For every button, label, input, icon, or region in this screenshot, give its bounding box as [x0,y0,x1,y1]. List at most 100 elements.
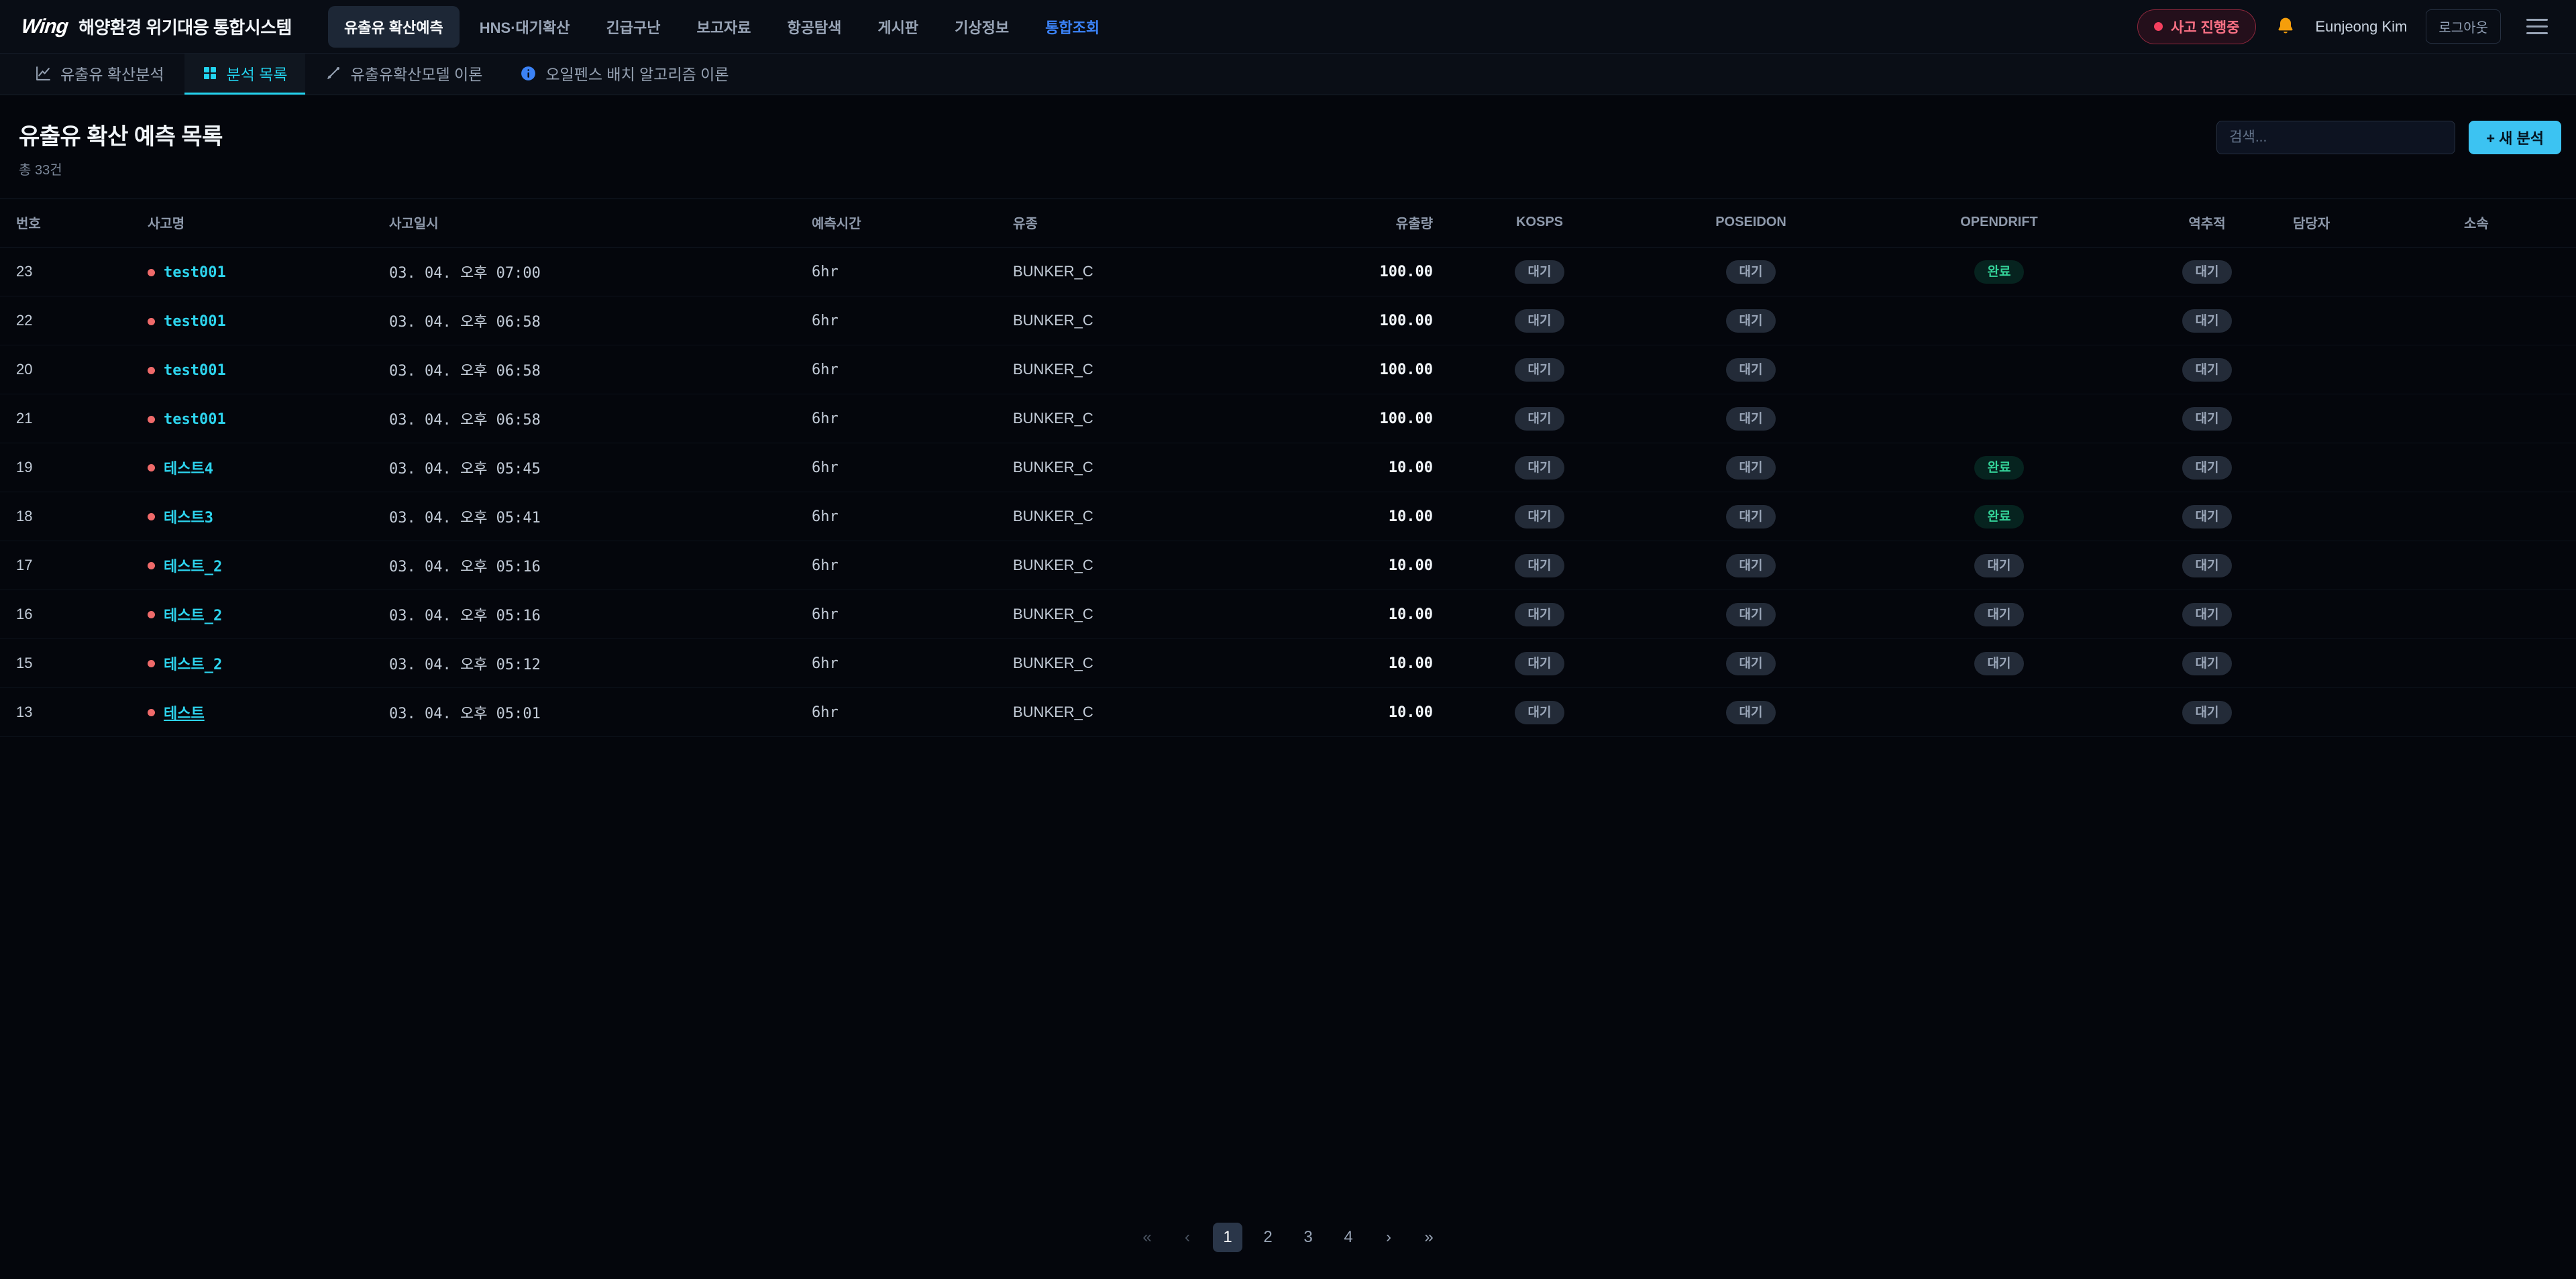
incident-name-link[interactable]: 테스트_2 [164,604,222,625]
status-badge-wait: 대기 [1515,701,1565,724]
forecast-duration: 6hr [798,296,1000,345]
pagination-page-3[interactable]: 3 [1293,1223,1323,1252]
incident-datetime: 03. 04. 오후 05:16 [376,541,798,590]
tab-spill-analysis[interactable]: 유출유 확산분석 [17,54,182,95]
backtrack-status: 대기 [2127,590,2288,639]
nav-item-weather[interactable]: 기상정보 [938,6,1025,48]
status-badge-wait: 대기 [1515,505,1565,529]
col-kosps: KOSPS [1449,199,1630,247]
incident-datetime: 03. 04. 오후 07:00 [376,247,798,296]
forecast-duration: 6hr [798,443,1000,492]
forecast-duration: 6hr [798,394,1000,443]
col-spill-amount: 유출량 [1328,199,1449,247]
oil-type: BUNKER_C [1000,492,1328,541]
table-row: 21 test001 03. 04. 오후 06:58 6hr BUNKER_C… [0,394,2576,443]
nav-item-aerial-search[interactable]: 항공탐색 [771,6,857,48]
backtrack-status: 대기 [2127,688,2288,737]
incident-name-link[interactable]: test001 [164,264,226,281]
kosps-status: 대기 [1449,492,1630,541]
pagination-first-button[interactable]: « [1132,1223,1162,1252]
pagination-page-4[interactable]: 4 [1334,1223,1363,1252]
hamburger-menu-icon[interactable] [2520,12,2555,41]
list-icon [202,65,218,81]
tab-diffusion-model-theory[interactable]: 유출유확산모델 이론 [308,54,500,95]
page-title-block: 유출유 확산 예측 목록 총 33건 [19,118,223,178]
manager-cell [2288,541,2459,590]
app-brand[interactable]: Wing 해양환경 위기대응 통합시스템 [21,14,292,39]
pagination-last-button[interactable]: » [1414,1223,1444,1252]
incident-name-link[interactable]: 테스트_2 [164,555,222,576]
status-badge-wait: 대기 [1726,652,1776,675]
kosps-status: 대기 [1449,443,1630,492]
incident-name-link[interactable]: 테스트4 [164,457,213,478]
incident-name-link[interactable]: test001 [164,411,226,428]
status-badge-wait: 대기 [2182,554,2233,577]
opendrift-status: 대기 [1872,590,2127,639]
oil-type: BUNKER_C [1000,345,1328,394]
status-badge-wait: 대기 [1726,407,1776,431]
poseidon-status: 대기 [1630,443,1872,492]
logout-button[interactable]: 로그아웃 [2426,9,2501,44]
incident-name-link[interactable]: 테스트3 [164,506,213,527]
incident-status-dot-icon [148,562,155,569]
nav-right-cluster: 사고 진행중 Eunjeong Kim 로그아웃 [2137,9,2555,44]
nav-item-reports[interactable]: 보고자료 [680,6,767,48]
new-analysis-button[interactable]: + 새 분석 [2469,121,2561,154]
table-row: 13 테스트 03. 04. 오후 05:01 6hr BUNKER_C 10.… [0,688,2576,737]
incident-name-link[interactable]: test001 [164,362,226,379]
poseidon-status: 대기 [1630,688,1872,737]
org-cell [2459,296,2576,345]
nav-item-oil-spill-prediction[interactable]: 유출유 확산예측 [328,6,460,48]
incident-status-dot-icon [148,464,155,471]
table-row: 20 test001 03. 04. 오후 06:58 6hr BUNKER_C… [0,345,2576,394]
col-incident-name: 사고명 [134,199,376,247]
main-nav: 유출유 확산예측 HNS·대기확산 긴급구난 보고자료 항공탐색 게시판 기상정… [328,6,1116,48]
tab-label: 유출유 확산분석 [60,62,164,85]
status-badge-wait: 대기 [1726,358,1776,382]
status-badge-wait: 대기 [1515,407,1565,431]
nav-item-integrated-search[interactable]: 통합조회 [1029,6,1116,48]
status-badge-wait: 대기 [2182,456,2233,480]
nav-item-emergency-rescue[interactable]: 긴급구난 [590,6,677,48]
app-title: 해양환경 위기대응 통합시스템 [78,14,292,39]
row-number: 19 [0,443,134,492]
status-badge-wait: 대기 [1515,309,1565,333]
row-number: 20 [0,345,134,394]
spill-amount: 100.00 [1328,345,1449,394]
status-badge-wait: 대기 [1974,554,2025,577]
incident-name-link[interactable]: 테스트_2 [164,653,222,674]
pagination-page-2[interactable]: 2 [1253,1223,1283,1252]
incident-in-progress-badge[interactable]: 사고 진행중 [2137,9,2256,44]
status-badge-wait: 대기 [2182,701,2233,724]
header-actions: + 새 분석 [2216,121,2561,154]
nav-item-hns-diffusion[interactable]: HNS·대기확산 [464,6,586,48]
notifications-button[interactable] [2275,16,2296,38]
table-row: 22 test001 03. 04. 오후 06:58 6hr BUNKER_C… [0,296,2576,345]
backtrack-status: 대기 [2127,394,2288,443]
pagination-prev-button[interactable]: ‹ [1173,1223,1202,1252]
incident-name-link[interactable]: 테스트 [164,702,205,723]
incident-name-link[interactable]: test001 [164,313,226,330]
prediction-table: 번호 사고명 사고일시 예측시간 유종 유출량 KOSPS POSEIDON O… [0,199,2576,737]
poseidon-status: 대기 [1630,492,1872,541]
backtrack-status: 대기 [2127,296,2288,345]
status-badge-wait: 대기 [1515,456,1565,480]
pagination-next-button[interactable]: › [1374,1223,1403,1252]
oil-type: BUNKER_C [1000,247,1328,296]
incident-status-dot-icon [148,367,155,374]
table-row: 19 테스트4 03. 04. 오후 05:45 6hr BUNKER_C 10… [0,443,2576,492]
opendrift-status [1872,296,2127,345]
backtrack-status: 대기 [2127,247,2288,296]
tab-oil-fence-algorithm-theory[interactable]: 오일펜스 배치 알고리즘 이론 [502,54,746,95]
manager-cell [2288,296,2459,345]
nav-item-board[interactable]: 게시판 [861,6,934,48]
search-input[interactable] [2216,121,2455,154]
oil-type: BUNKER_C [1000,394,1328,443]
opendrift-status: 대기 [1872,541,2127,590]
kosps-status: 대기 [1449,688,1630,737]
col-incident-datetime: 사고일시 [376,199,798,247]
tab-analysis-list[interactable]: 분석 목록 [184,54,305,95]
status-badge-wait: 대기 [1974,603,2025,626]
pagination-page-1[interactable]: 1 [1213,1223,1242,1252]
manager-cell [2288,247,2459,296]
